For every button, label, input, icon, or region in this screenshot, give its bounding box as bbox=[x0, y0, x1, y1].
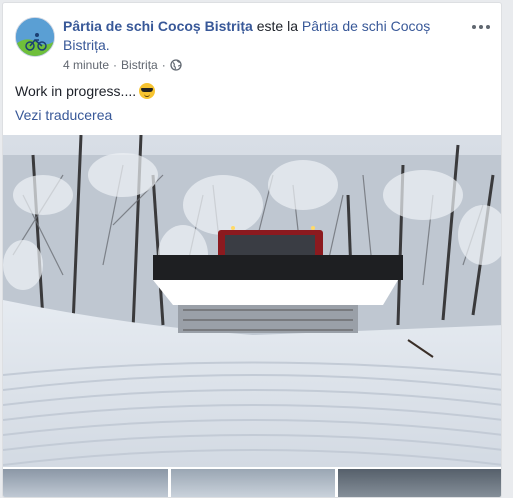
snow-groomer-photo bbox=[3, 135, 501, 467]
page-avatar[interactable] bbox=[15, 17, 55, 57]
meta-separator-2: · bbox=[161, 58, 166, 72]
more-options-button[interactable] bbox=[469, 17, 493, 37]
globe-icon[interactable] bbox=[170, 59, 182, 71]
photo-thumbnails bbox=[3, 469, 501, 497]
thumbnail-photo[interactable] bbox=[3, 469, 168, 497]
dot-icon bbox=[472, 25, 476, 29]
connector-text: este la bbox=[252, 18, 302, 34]
see-translation-link[interactable]: Vezi traducerea bbox=[15, 107, 112, 123]
main-photo[interactable] bbox=[3, 135, 501, 467]
post-meta: 4 minute · Bistrița · bbox=[63, 58, 182, 72]
avatar-logo-icon bbox=[16, 18, 54, 56]
meta-separator: · bbox=[113, 58, 118, 72]
thumbnail-photo[interactable] bbox=[170, 469, 336, 497]
dot-icon bbox=[486, 25, 490, 29]
sunglasses-emoji-icon bbox=[139, 83, 156, 99]
post-header: Pârtia de schi Cocoș Bistrița este la Pâ… bbox=[63, 17, 463, 55]
place-link[interactable]: Bistrița bbox=[121, 58, 158, 72]
timestamp-link[interactable]: 4 minute bbox=[63, 58, 109, 72]
thumbnail-photo[interactable] bbox=[338, 469, 501, 497]
dot-icon bbox=[479, 25, 483, 29]
post-message: Work in progress.... bbox=[15, 82, 156, 100]
post-text: Work in progress.... bbox=[15, 83, 137, 99]
author-link[interactable]: Pârtia de schi Cocoș Bistrița bbox=[63, 18, 253, 34]
post-card: Pârtia de schi Cocoș Bistrița este la Pâ… bbox=[2, 2, 502, 498]
